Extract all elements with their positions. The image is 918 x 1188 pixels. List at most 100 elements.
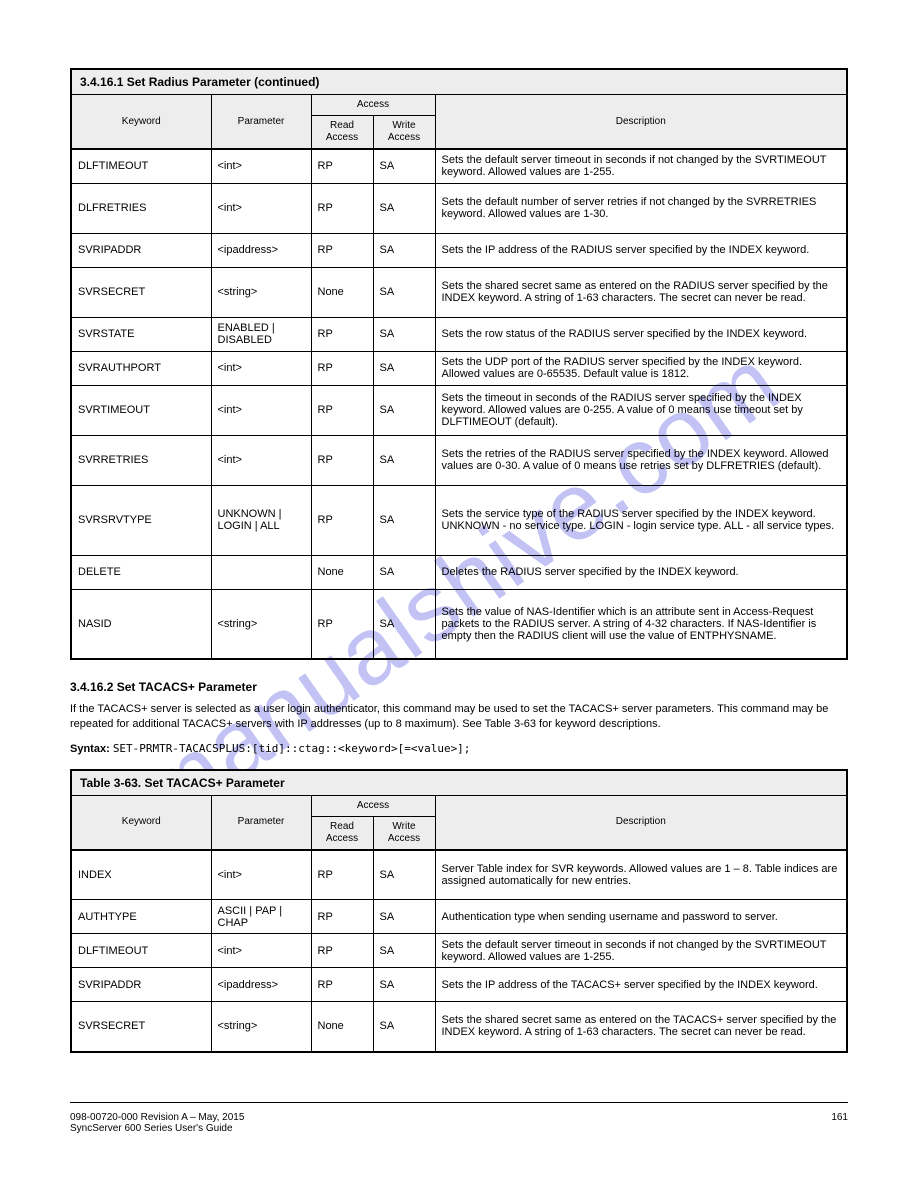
cell-write: SA: [373, 183, 435, 233]
cell-desc: Sets the shared secret same as entered o…: [435, 1002, 847, 1052]
page-content: 3.4.16.1 Set Radius Parameter (continued…: [70, 0, 848, 1053]
cell-read: None: [311, 267, 373, 317]
syntax-label: Syntax:: [70, 743, 110, 755]
footer-divider: [70, 1102, 848, 1103]
table-row: SVRAUTHPORT <int> RP SA Sets the UDP por…: [71, 351, 847, 385]
cell-param: <int>: [211, 183, 311, 233]
table-row: AUTHTYPE ASCII | PAP | CHAP RP SA Authen…: [71, 900, 847, 934]
cell-desc: Sets the retries of the RADIUS server sp…: [435, 435, 847, 485]
table-row: SVRIPADDR <ipaddress> RP SA Sets the IP …: [71, 968, 847, 1002]
page-footer: 098-00720-000 Revision A – May, 2015 Syn…: [70, 1112, 848, 1134]
cell-param: <string>: [211, 589, 311, 659]
table-row: 3.4.16.1 Set Radius Parameter (continued…: [71, 69, 847, 95]
cell-read: RP: [311, 385, 373, 435]
cell-param: <string>: [211, 1002, 311, 1052]
table-row: DELETE None SA Deletes the RADIUS server…: [71, 555, 847, 589]
hdr-read: Read Access: [311, 816, 373, 850]
cell-write: SA: [373, 233, 435, 267]
cell-param: <string>: [211, 267, 311, 317]
cell-desc: Sets the UDP port of the RADIUS server s…: [435, 351, 847, 385]
cell-param: ENABLED | DISABLED: [211, 317, 311, 351]
table-radius-params: 3.4.16.1 Set Radius Parameter (continued…: [70, 68, 848, 660]
hdr-keyword: Keyword: [71, 795, 211, 850]
hdr-keyword: Keyword: [71, 95, 211, 150]
cell-keyword: SVRSECRET: [71, 1002, 211, 1052]
cell-read: RP: [311, 233, 373, 267]
table-row: SVRTIMEOUT <int> RP SA Sets the timeout …: [71, 385, 847, 435]
section-heading: 3.4.16.2 Set TACACS+ Parameter: [70, 680, 848, 694]
hdr-description: Description: [435, 95, 847, 150]
cell-keyword: DLFTIMEOUT: [71, 149, 211, 183]
table-row: DLFTIMEOUT <int> RP SA Sets the default …: [71, 149, 847, 183]
cell-keyword: AUTHTYPE: [71, 900, 211, 934]
cell-desc: Deletes the RADIUS server specified by t…: [435, 555, 847, 589]
cell-keyword: DELETE: [71, 555, 211, 589]
cell-keyword: SVRIPADDR: [71, 233, 211, 267]
table1-title: 3.4.16.1 Set Radius Parameter (continued…: [71, 69, 847, 95]
table2-title: Table 3-63. Set TACACS+ Parameter: [71, 770, 847, 796]
hdr-parameter: Parameter: [211, 795, 311, 850]
cell-desc: Sets the service type of the RADIUS serv…: [435, 485, 847, 555]
cell-desc: Sets the IP address of the TACACS+ serve…: [435, 968, 847, 1002]
table-row: SVRSTATE ENABLED | DISABLED RP SA Sets t…: [71, 317, 847, 351]
cell-desc: Sets the default server timeout in secon…: [435, 934, 847, 968]
cell-write: SA: [373, 850, 435, 900]
footer-left: 098-00720-000 Revision A – May, 2015: [70, 1112, 244, 1123]
cell-write: SA: [373, 385, 435, 435]
table-row: SVRIPADDR <ipaddress> RP SA Sets the IP …: [71, 233, 847, 267]
cell-write: SA: [373, 435, 435, 485]
cell-keyword: SVRSRVTYPE: [71, 485, 211, 555]
cell-param: <int>: [211, 149, 311, 183]
cell-write: SA: [373, 589, 435, 659]
cell-keyword: NASID: [71, 589, 211, 659]
cell-read: None: [311, 1002, 373, 1052]
cell-desc: Sets the value of NAS-Identifier which i…: [435, 589, 847, 659]
cell-param: <int>: [211, 351, 311, 385]
cell-param: <ipaddress>: [211, 968, 311, 1002]
table-row: Keyword Parameter Access Description: [71, 795, 847, 816]
cell-keyword: SVRSTATE: [71, 317, 211, 351]
cell-read: RP: [311, 850, 373, 900]
cell-write: SA: [373, 485, 435, 555]
cell-keyword: SVRTIMEOUT: [71, 385, 211, 435]
footer-sub: SyncServer 600 Series User's Guide: [70, 1123, 233, 1134]
cell-write: SA: [373, 149, 435, 183]
paragraph-text: If the TACACS+ server is selected as a u…: [70, 702, 848, 732]
cell-read: RP: [311, 183, 373, 233]
hdr-read: Read Access: [311, 116, 373, 150]
cell-read: RP: [311, 149, 373, 183]
cell-desc: Sets the shared secret same as entered o…: [435, 267, 847, 317]
hdr-write: Write Access: [373, 816, 435, 850]
cell-param: [211, 555, 311, 589]
cell-keyword: SVRSECRET: [71, 267, 211, 317]
table-row: Table 3-63. Set TACACS+ Parameter: [71, 770, 847, 796]
cell-write: SA: [373, 934, 435, 968]
cell-desc: Sets the IP address of the RADIUS server…: [435, 233, 847, 267]
hdr-description: Description: [435, 795, 847, 850]
footer-page-number: 161: [831, 1112, 848, 1134]
table-row: SVRRETRIES <int> RP SA Sets the retries …: [71, 435, 847, 485]
hdr-access: Access: [311, 795, 435, 816]
hdr-write: Write Access: [373, 116, 435, 150]
table-row: Keyword Parameter Access Description: [71, 95, 847, 116]
cell-read: RP: [311, 317, 373, 351]
cell-desc: Sets the timeout in seconds of the RADIU…: [435, 385, 847, 435]
cell-desc: Server Table index for SVR keywords. All…: [435, 850, 847, 900]
cell-desc: Sets the default server timeout in secon…: [435, 149, 847, 183]
cell-read: RP: [311, 485, 373, 555]
table-row: NASID <string> RP SA Sets the value of N…: [71, 589, 847, 659]
cell-read: RP: [311, 934, 373, 968]
table-row: SVRSRVTYPE UNKNOWN | LOGIN | ALL RP SA S…: [71, 485, 847, 555]
cell-param: UNKNOWN | LOGIN | ALL: [211, 485, 311, 555]
cell-param: <int>: [211, 934, 311, 968]
cell-write: SA: [373, 555, 435, 589]
cell-param: <int>: [211, 850, 311, 900]
cell-desc: Sets the row status of the RADIUS server…: [435, 317, 847, 351]
cell-desc: Authentication type when sending usernam…: [435, 900, 847, 934]
table-row: SVRSECRET <string> None SA Sets the shar…: [71, 267, 847, 317]
cell-read: RP: [311, 435, 373, 485]
cell-write: SA: [373, 317, 435, 351]
cell-desc: Sets the default number of server retrie…: [435, 183, 847, 233]
cell-write: SA: [373, 968, 435, 1002]
cell-read: RP: [311, 589, 373, 659]
